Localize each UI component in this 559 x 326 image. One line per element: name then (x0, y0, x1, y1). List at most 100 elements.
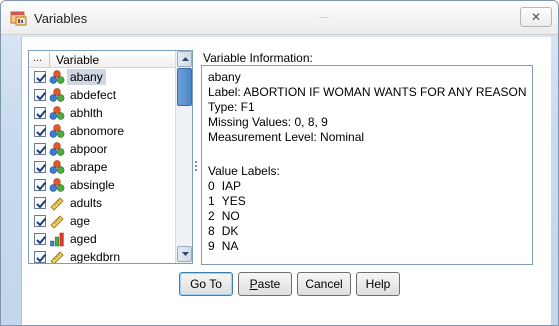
variable-name: adults (70, 196, 103, 210)
value-label-item: 0 IAP (208, 179, 241, 194)
variable-row-age[interactable]: age (29, 212, 175, 230)
go-to-button[interactable]: Go To (179, 272, 233, 296)
variable-checkbox[interactable] (34, 71, 47, 83)
variable-checkbox[interactable] (34, 107, 47, 119)
variable-name: abhlth (70, 106, 103, 120)
variable-row-adults[interactable]: adults (29, 194, 175, 212)
checkmark-icon (36, 181, 47, 191)
variables-dialog: Variables — ✕ ... Variable abany abdefect… (0, 0, 559, 326)
header-options-dots[interactable]: ... (33, 52, 42, 64)
info-measurement-line: Measurement Level: Nominal (208, 130, 365, 144)
nominal-icon (49, 160, 65, 174)
variable-list-header[interactable]: ... Variable (29, 51, 175, 68)
info-missing-line: Missing Values: 0, 8, 9 (208, 115, 328, 129)
variable-information-label: Variable Information: (203, 51, 313, 65)
arrow-up-icon (182, 57, 189, 61)
checkmark-icon (36, 109, 47, 119)
checkmark-icon (36, 91, 47, 101)
info-variable-name: abany (208, 70, 241, 84)
variable-name: abpoor (70, 142, 108, 156)
value-label-text: YES (221, 194, 246, 208)
variable-checkbox[interactable] (34, 179, 47, 191)
nominal-icon (49, 178, 65, 192)
value-label-text: NO (221, 209, 240, 223)
variable-column-header[interactable]: Variable (56, 53, 99, 67)
checkmark-icon (36, 73, 47, 83)
value-code: 1 (208, 194, 215, 208)
scale-icon (50, 197, 64, 211)
info-type-line: Type: F1 (208, 100, 255, 114)
variable-checkbox[interactable] (34, 197, 47, 209)
cancel-button[interactable]: Cancel (297, 272, 351, 296)
value-label-item: 8 DK (208, 224, 238, 239)
scroll-thumb[interactable] (177, 68, 192, 106)
nominal-icon (49, 124, 65, 138)
spss-app-icon (10, 11, 27, 26)
variable-name: age (70, 214, 91, 228)
checkmark-icon (36, 163, 47, 173)
header-separator (49, 52, 50, 67)
value-code: 8 (208, 224, 215, 238)
value-code: 0 (208, 179, 215, 193)
variable-name: aged (70, 232, 97, 246)
checkmark-icon (36, 253, 47, 263)
variable-row-absingle[interactable]: absingle (29, 176, 175, 194)
variable-checkbox[interactable] (34, 125, 47, 137)
variable-name: abrape (70, 160, 108, 174)
window-title: Variables (34, 11, 88, 26)
variable-information-panel: abany Label: ABORTION IF WOMAN WANTS FOR… (201, 65, 533, 265)
variable-name: agekdbrn (70, 250, 121, 264)
value-label-item: 2 NO (208, 209, 240, 224)
info-value-labels-heading: Value Labels: (208, 164, 280, 178)
scale-icon (50, 251, 64, 263)
title-bar[interactable]: Variables — ✕ (1, 1, 558, 35)
nominal-icon (49, 106, 65, 120)
scroll-up-button[interactable] (177, 51, 192, 67)
variable-list[interactable]: ... Variable abany abdefect abhlth abnomore… (28, 50, 193, 264)
variable-name: abnomore (70, 124, 125, 138)
value-label-item: 1 YES (208, 194, 246, 209)
arrow-down-icon (182, 252, 189, 256)
close-icon: ✕ (530, 10, 542, 24)
variable-name: abany (67, 69, 106, 85)
paste-button[interactable]: Paste (238, 272, 292, 296)
nominal-icon (49, 142, 65, 156)
variable-row-abrape[interactable]: abrape (29, 158, 175, 176)
title-ghost-glyph: — (319, 12, 329, 23)
ordinal-icon (50, 232, 64, 247)
variable-name: abdefect (70, 88, 117, 102)
variable-row-abhlth[interactable]: abhlth (29, 104, 175, 122)
variable-row-abdefect[interactable]: abdefect (29, 86, 175, 104)
value-label-text: DK (221, 224, 239, 238)
variable-checkbox[interactable] (34, 143, 47, 155)
variable-checkbox[interactable] (34, 161, 47, 173)
help-button[interactable]: Help (356, 272, 400, 296)
variable-checkbox[interactable] (34, 251, 47, 263)
checkmark-icon (36, 199, 47, 209)
variable-row-agekdbrn[interactable]: agekdbrn (29, 248, 175, 264)
value-label-text: IAP (221, 179, 242, 193)
info-label-line: Label: ABORTION IF WOMAN WANTS FOR ANY R… (208, 85, 527, 99)
value-label-item: 9 NA (208, 239, 238, 254)
variable-row-aged[interactable]: aged (29, 230, 175, 248)
variable-checkbox[interactable] (34, 89, 47, 101)
checkmark-icon (36, 217, 47, 227)
variable-list-scrollbar[interactable] (175, 51, 192, 263)
scroll-down-button[interactable] (177, 246, 192, 262)
variable-row-abnomore[interactable]: abnomore (29, 122, 175, 140)
scale-icon (50, 215, 64, 229)
variable-row-abany[interactable]: abany (29, 68, 175, 86)
variable-checkbox[interactable] (34, 233, 47, 245)
checkmark-icon (36, 127, 47, 137)
variable-name: absingle (70, 178, 115, 192)
nominal-icon (49, 70, 65, 84)
checkmark-icon (36, 145, 47, 155)
value-label-text: NA (221, 239, 239, 253)
checkmark-icon (36, 235, 47, 245)
value-code: 2 (208, 209, 215, 223)
variable-row-abpoor[interactable]: abpoor (29, 140, 175, 158)
pane-splitter-grip-icon[interactable] (195, 161, 198, 175)
variable-checkbox[interactable] (34, 215, 47, 227)
close-button[interactable]: ✕ (520, 7, 552, 27)
value-code: 9 (208, 239, 215, 253)
